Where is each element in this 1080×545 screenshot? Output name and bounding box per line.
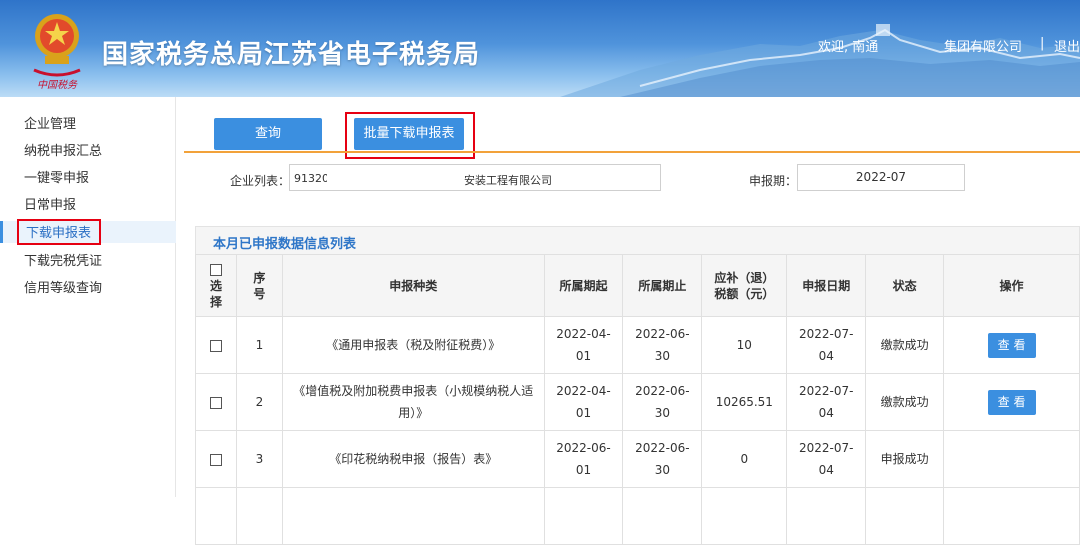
sidebar-highlight-box: [17, 219, 101, 245]
row-index: 2: [235, 373, 283, 431]
welcome-text: 欢迎, 南通: [818, 40, 879, 55]
row-declare-date: 2022-07- 04: [786, 430, 867, 488]
redaction-mask: [327, 173, 437, 184]
tax-emblem-logo: 中国税务: [33, 14, 81, 91]
row-declare-date: 2022-07- 04: [786, 373, 867, 431]
table-row: 1 《通用申报表（税及附征税费）》 2022-04- 01 2022-06- 30 …: [195, 316, 1080, 374]
view-button[interactable]: 查 看: [987, 332, 1036, 358]
row-period-end: 2022-06- 30: [622, 430, 703, 488]
header-index: 序号: [235, 254, 283, 317]
table-row: 2 《增值税及附加税费申报表（小规模纳税人适 用）》 2022-04- 01 202…: [195, 373, 1080, 431]
row-period-start: 2022-04- 01: [543, 316, 624, 374]
header-status: 状态: [865, 254, 945, 317]
row-type: 《增值税及附加税费申报表（小规模纳税人适 用）》: [281, 373, 545, 431]
row-declare-date: 2022-07- 04: [786, 316, 867, 374]
table-row-partial: [195, 487, 1080, 545]
sidebar-active-indicator: [0, 221, 3, 243]
row-checkbox[interactable]: [209, 453, 222, 466]
row-period-end: 2022-06- 30: [622, 373, 703, 431]
header-period-end: 所属期止: [622, 254, 703, 317]
company-name-text: 安装工程有限公司: [464, 174, 552, 187]
site-title: 国家税务总局江苏省电子税务局: [102, 40, 481, 70]
header-action: 操作: [943, 254, 1080, 317]
query-button[interactable]: 查询: [214, 118, 322, 150]
company-name: 集团有限公司: [944, 40, 1023, 55]
row-tax-amount: 10265.51: [701, 373, 788, 431]
header-select: 选择: [195, 254, 237, 317]
logo-caption: 中国税务: [37, 79, 78, 91]
row-type: 《通用申报表（税及附征税费）》: [281, 316, 545, 374]
company-list-label: 企业列表：: [230, 174, 291, 188]
sidebar-item-download-tax-certificate[interactable]: 下载完税凭证: [24, 250, 102, 269]
row-status: 缴款成功: [865, 316, 945, 374]
row-type: 《印花税纳税申报（报告）表》: [281, 430, 545, 488]
row-action-empty: [943, 430, 1080, 488]
row-checkbox[interactable]: [209, 339, 222, 352]
row-index: 3: [235, 430, 283, 488]
row-status: 申报成功: [865, 430, 945, 488]
table-title: 本月已申报数据信息列表: [213, 237, 357, 252]
declaration-table: 选择 序号 申报种类 所属期起 所属期止 应补（退） 税额（元） 申报日期 状态 …: [195, 254, 1080, 545]
view-button[interactable]: 查 看: [987, 389, 1036, 415]
select-all-checkbox[interactable]: [209, 264, 222, 276]
row-tax-amount: 10: [701, 316, 788, 374]
sidebar: 企业管理 纳税申报汇总 一键零申报 日常申报 下载申报表 下载完税凭证 信用等级…: [0, 97, 176, 497]
header-period-start: 所属期起: [543, 254, 624, 317]
toolbar-divider: [184, 151, 1080, 153]
row-period-end: 2022-06- 30: [622, 316, 703, 374]
header-declare-date: 申报日期: [786, 254, 867, 317]
table-title-bar: 本月已申报数据信息列表: [195, 226, 1080, 254]
row-period-start: 2022-06- 01: [543, 430, 624, 488]
sidebar-item-daily-declaration[interactable]: 日常申报: [24, 194, 76, 213]
logout-link[interactable]: 退出: [1054, 36, 1080, 55]
table-header-row: 选择 序号 申报种类 所属期起 所属期止 应补（退） 税额（元） 申报日期 状态 …: [195, 254, 1080, 317]
row-tax-amount: 0: [701, 430, 788, 488]
sidebar-item-enterprise-management[interactable]: 企业管理: [24, 113, 76, 132]
sidebar-item-credit-rating[interactable]: 信用等级查询: [24, 277, 102, 296]
row-period-start: 2022-04- 01: [543, 373, 624, 431]
row-status: 缴款成功: [865, 373, 945, 431]
period-label: 申报期：: [749, 174, 798, 188]
header-type: 申报种类: [281, 254, 545, 317]
company-select[interactable]: 913206 安装工程有限公司: [289, 164, 661, 191]
period-field[interactable]: 2022-07: [797, 164, 965, 191]
sidebar-item-tax-summary[interactable]: 纳税申报汇总: [24, 140, 102, 159]
row-index: 1: [235, 316, 283, 374]
row-checkbox[interactable]: [209, 396, 222, 409]
sidebar-item-zero-declaration[interactable]: 一键零申报: [24, 167, 89, 186]
table-row: 3 《印花税纳税申报（报告）表》 2022-06- 01 2022-06- 30 0…: [195, 430, 1080, 488]
header-separator: |: [1040, 36, 1045, 51]
header-tax-amount: 应补（退） 税额（元）: [701, 254, 788, 317]
site-header: 中国税务 国家税务总局江苏省电子税务局 欢迎, 南通 集团有限公司 | 退出: [0, 0, 1080, 97]
